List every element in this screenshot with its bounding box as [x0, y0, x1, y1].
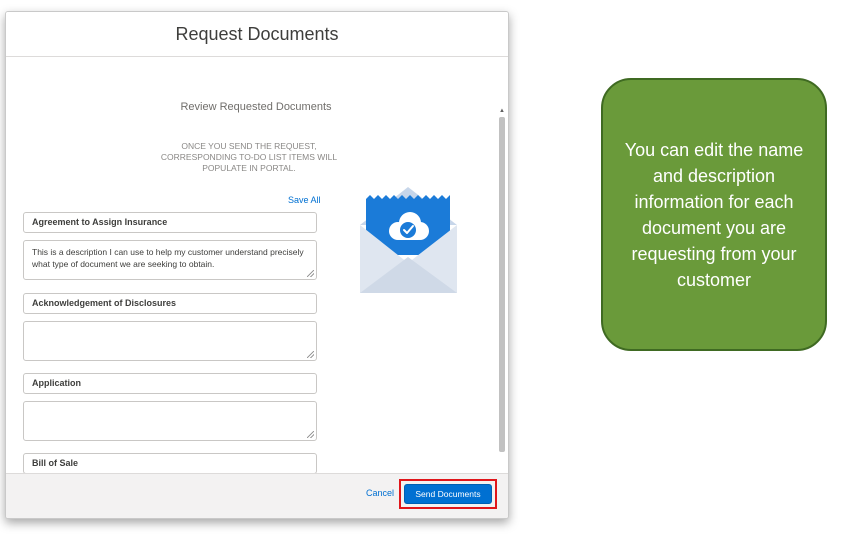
document-description-field[interactable]: This is a description I can use to help …: [23, 240, 317, 280]
highlight-box: Send Documents: [399, 479, 497, 509]
annotation-callout: You can edit the name and description in…: [601, 78, 827, 351]
document-description-field[interactable]: [23, 321, 317, 361]
document-name-field[interactable]: Acknowledgement of Disclosures: [23, 293, 317, 314]
resize-handle[interactable]: [307, 431, 314, 438]
modal-header: Request Documents: [6, 12, 508, 57]
document-description-text: This is a description I can use to help …: [32, 247, 304, 269]
modal-body[interactable]: Review Requested Documents ONCE YOU SEND…: [6, 57, 508, 474]
envelope-cloud-check-icon: [360, 187, 457, 293]
document-name-field[interactable]: Bill of Sale: [23, 453, 317, 474]
send-documents-button[interactable]: Send Documents: [404, 484, 492, 504]
document-name-field[interactable]: Application: [23, 373, 317, 394]
callout-text: You can edit the name and description in…: [624, 139, 804, 290]
document-description-field[interactable]: [23, 401, 317, 441]
info-text: ONCE YOU SEND THE REQUEST, CORRESPONDING…: [160, 141, 338, 173]
resize-handle[interactable]: [307, 270, 314, 277]
document-name-field[interactable]: Agreement to Assign Insurance: [23, 212, 317, 233]
scroll-up-arrow-icon[interactable]: ▲: [498, 107, 506, 115]
request-documents-modal: Request Documents Review Requested Docum…: [5, 11, 509, 519]
save-all-link[interactable]: Save All: [288, 195, 321, 205]
resize-handle[interactable]: [307, 351, 314, 358]
modal-footer: Cancel Send Documents: [6, 473, 508, 518]
cancel-button[interactable]: Cancel: [366, 488, 394, 498]
modal-title: Request Documents: [175, 23, 339, 44]
vertical-scrollbar[interactable]: ▲ ▼: [498, 107, 506, 474]
section-title: Review Requested Documents: [180, 101, 332, 113]
modal-body-content: Review Requested Documents ONCE YOU SEND…: [6, 57, 496, 474]
scrollbar-thumb[interactable]: [499, 117, 505, 452]
